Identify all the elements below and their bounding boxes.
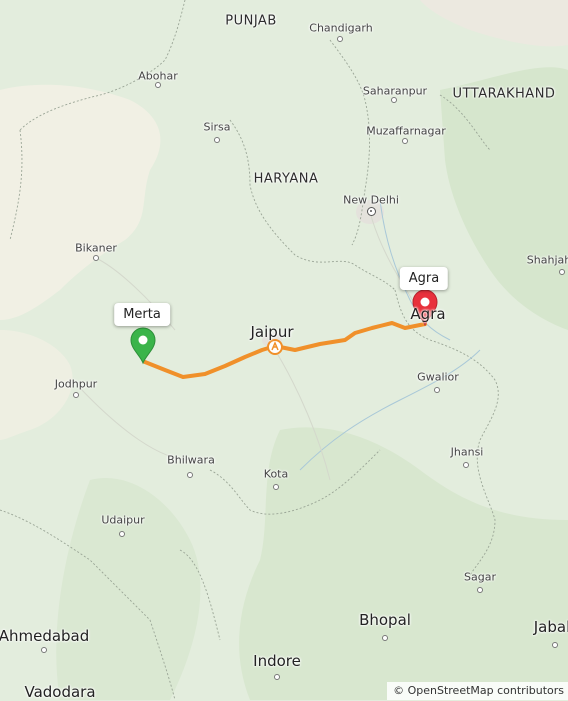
end-callout[interactable]: Agra [399,267,449,290]
city-label-indore: Indore [253,652,301,670]
city-label-agra: Agra [410,305,446,323]
city-dot-bikaner [93,255,99,261]
city-label-chandigarh: Chandigarh [309,21,373,35]
city-label-vadodara: Vadodara [24,683,96,701]
map-attribution[interactable]: © OpenStreetMap contributors [387,682,568,700]
city-label-sirsa: Sirsa [203,120,231,134]
city-label-udaipur: Udaipur [101,513,145,527]
city-dot-sagar [477,587,483,593]
city-label-jhansi: Jhansi [450,445,484,459]
city-label-bhopal: Bhopal [359,611,411,629]
city-label-saharanpur: Saharanpur [362,84,428,98]
city-dot-abohar [155,82,161,88]
city-dot-gwalior [434,387,440,393]
city-label-bikaner: Bikaner [75,241,117,255]
city-label-jaipur: Jaipur [250,323,294,341]
city-label-new-delhi: New Delhi [343,193,399,207]
city-dot-new-delhi [366,206,376,216]
city-label-jodhpur: Jodhpur [54,377,98,391]
state-label-haryana: HARYANA [253,171,319,187]
city-label-ahmedabad: Ahmedabad [0,627,90,645]
city-label-abohar: Abohar [138,69,178,83]
toll-icon[interactable] [267,339,283,355]
city-dot-ahmedabad [41,647,47,653]
city-label-gwalior: Gwalior [417,370,459,384]
city-dot-bhilwara [187,472,193,478]
city-label-jabalpur: Jabal [533,618,568,636]
city-label-sagar: Sagar [464,570,496,584]
start-callout[interactable]: Merta [114,303,170,326]
city-dot-jodhpur [73,392,79,398]
city-dot-jabalpur [552,642,558,648]
state-label-uttarakhand: UTTARAKHAND [452,86,556,102]
city-dot-saharanpur [391,97,397,103]
state-label-punjab: PUNJAB [225,13,277,29]
city-dot-muzaffarnagar [402,138,408,144]
city-label-kota: Kota [263,467,289,481]
city-label-bhilwara: Bhilwara [167,453,215,467]
city-dot-sirsa [214,137,220,143]
city-dot-kota [273,484,279,490]
city-dot-chandigarh [337,36,343,42]
map-canvas[interactable] [0,0,568,700]
city-dot-shahjahanpur [559,269,565,275]
city-label-shahjahanpur: Shahjah [526,253,568,267]
city-dot-udaipur [119,531,125,537]
city-dot-indore [274,674,280,680]
city-dot-bhopal [382,635,388,641]
city-label-muzaffarnagar: Muzaffarnagar [366,124,446,138]
city-dot-jhansi [463,462,469,468]
